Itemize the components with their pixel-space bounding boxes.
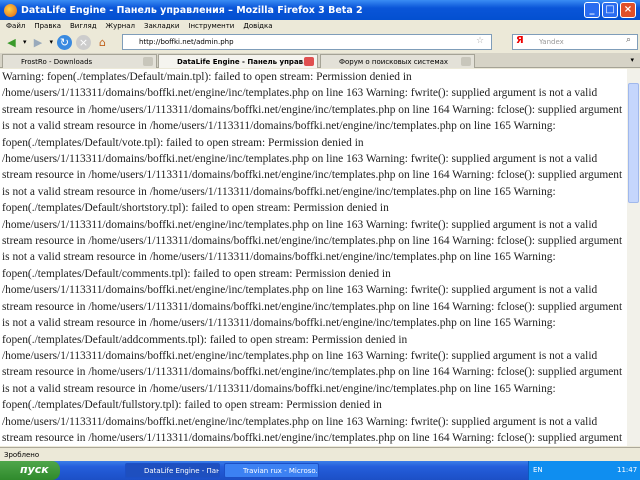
bookmark-star-icon[interactable]: ☆ <box>476 36 484 46</box>
back-dropdown-icon[interactable]: ▾ <box>23 38 27 46</box>
menu-edit[interactable]: Правка <box>34 22 61 30</box>
tab-datalife[interactable]: DataLife Engine - Панель управ... <box>158 54 318 68</box>
forward-icon[interactable]: ▶ <box>31 35 46 50</box>
menu-bookmarks[interactable]: Закладки <box>144 22 179 30</box>
taskbar: пуск DataLife Engine - Пан... Travian ru… <box>0 461 640 480</box>
clock: 11:47 <box>617 466 638 474</box>
back-icon[interactable]: ◀ <box>4 35 19 50</box>
system-tray: EN 11:47 <box>528 461 640 480</box>
minimize-button[interactable]: _ <box>584 2 600 18</box>
window-titlebar: DataLife Engine - Панель управления – Mo… <box>0 0 640 20</box>
page-content: Warning: fopen(./templates/Default/main.… <box>0 69 627 446</box>
task-travian[interactable]: Travian rux - Microso... <box>224 463 319 478</box>
reload-icon[interactable]: ↻ <box>57 34 73 50</box>
tab-label: DataLife Engine - Панель управ... <box>177 58 312 66</box>
tab-close-icon[interactable] <box>143 57 153 66</box>
tab-close-icon[interactable] <box>304 57 314 66</box>
tab-label: Форум о поисковых системах <box>339 58 449 66</box>
menu-history[interactable]: Журнал <box>106 22 135 30</box>
language-indicator[interactable]: EN <box>533 466 543 474</box>
status-bar: Зроблено <box>0 447 640 461</box>
maximize-button[interactable]: □ <box>602 2 618 18</box>
url-input[interactable]: http://boffki.net/admin.php <box>122 34 492 50</box>
menu-file[interactable]: Файл <box>6 22 25 30</box>
scrollbar-thumb[interactable] <box>628 83 639 203</box>
tab-close-icon[interactable] <box>461 57 471 66</box>
tab-forum[interactable]: Форум о поисковых системах <box>320 54 475 68</box>
stop-icon[interactable]: × <box>76 34 92 50</box>
tab-list-icon[interactable]: ▾ <box>630 56 634 64</box>
start-button[interactable]: пуск <box>0 461 60 480</box>
close-button[interactable]: × <box>620 2 636 18</box>
yandex-icon[interactable]: Я <box>516 35 524 46</box>
menu-tools[interactable]: Інструменти <box>188 22 234 30</box>
tab-label: FrostRo - Downloads <box>21 58 93 66</box>
menu-help[interactable]: Довідка <box>243 22 272 30</box>
window-title: DataLife Engine - Панель управления – Mo… <box>21 4 363 16</box>
forward-dropdown-icon[interactable]: ▾ <box>50 38 54 46</box>
firefox-icon <box>4 3 17 17</box>
menu-bar: Файл Правка Вигляд Журнал Закладки Інстр… <box>0 20 640 32</box>
tab-frostro[interactable]: FrostRo - Downloads <box>2 54 157 68</box>
tab-bar: FrostRo - Downloads DataLife Engine - Па… <box>0 53 640 68</box>
search-input[interactable]: Yandex <box>512 34 638 50</box>
search-magnifier-icon[interactable]: ⌕ <box>626 35 631 45</box>
vertical-scrollbar[interactable] <box>627 69 640 446</box>
home-icon[interactable]: ⌂ <box>95 35 110 50</box>
task-datalife[interactable]: DataLife Engine - Пан... <box>125 463 220 478</box>
menu-view[interactable]: Вигляд <box>70 22 97 30</box>
